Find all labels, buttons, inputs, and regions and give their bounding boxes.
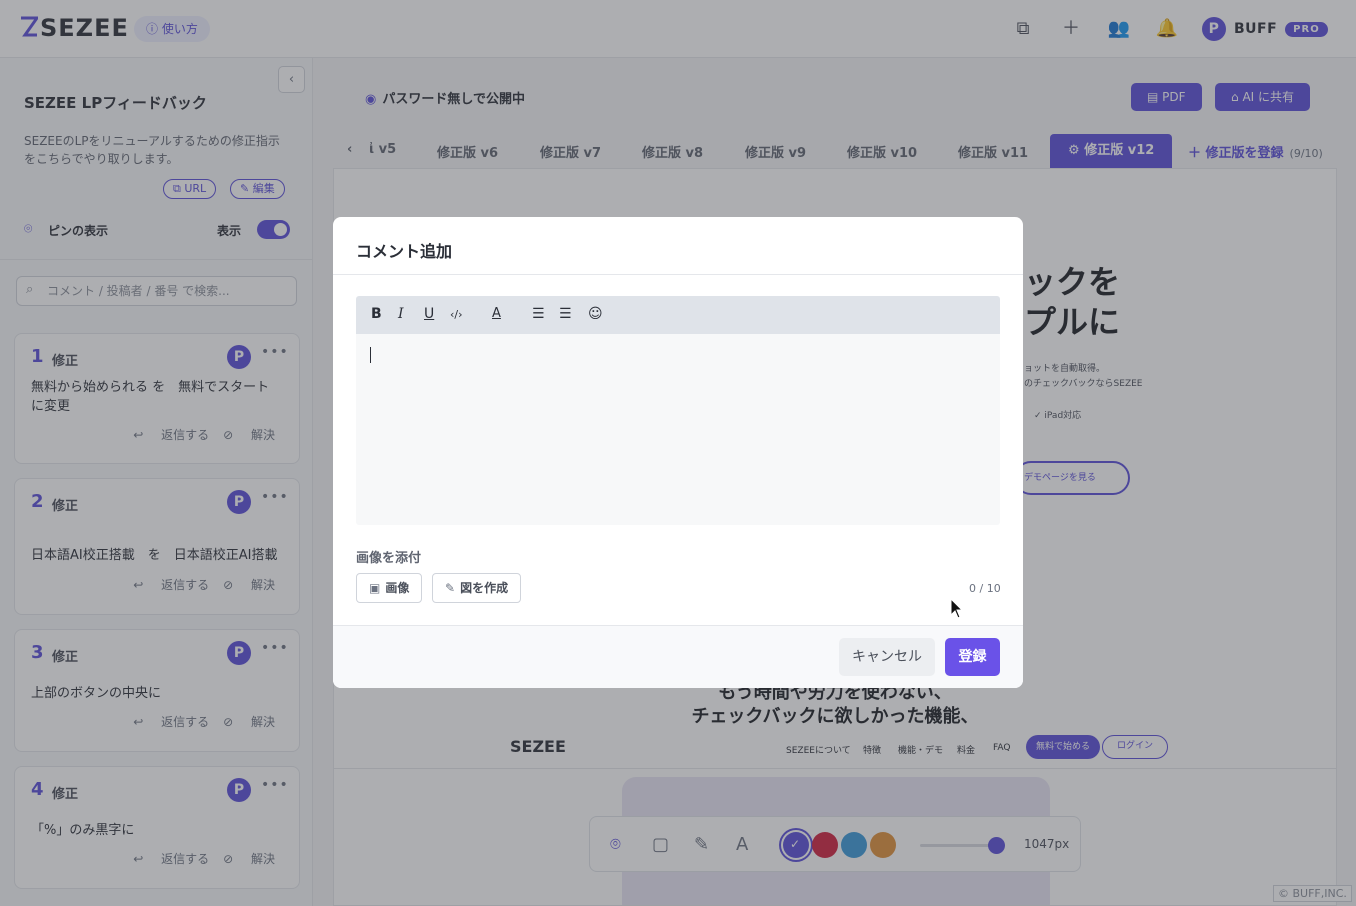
attach-image-button[interactable]: ▣ 画像 bbox=[356, 573, 423, 603]
create-drawing-button[interactable]: ✎ 図を作成 bbox=[432, 573, 522, 603]
attach-label: 画像を添付 bbox=[356, 551, 422, 566]
text-color-icon[interactable]: A bbox=[492, 306, 501, 321]
bold-icon[interactable]: B bbox=[371, 306, 382, 322]
bullet-list-icon[interactable]: ☰ bbox=[559, 306, 572, 322]
italic-icon[interactable]: I bbox=[398, 306, 404, 322]
modal-divider bbox=[333, 274, 1023, 275]
rich-text-editor: B I U ‹/› A ☰ ☰ ☺ bbox=[356, 296, 1000, 525]
code-icon[interactable]: ‹/› bbox=[450, 308, 463, 321]
mouse-cursor-icon bbox=[950, 598, 964, 619]
edit-drawing-icon: ✎ bbox=[445, 581, 456, 595]
comment-textarea[interactable] bbox=[356, 334, 1000, 525]
add-comment-modal: コメント追加 B I U ‹/› A ☰ ☰ ☺ 画像を添付 ▣ 画像 ✎ 図を作成… bbox=[333, 217, 1023, 688]
modal-footer: キャンセル 登録 bbox=[333, 625, 1023, 688]
attach-count: 0 / 10 bbox=[969, 582, 1001, 595]
emoji-icon[interactable]: ☺ bbox=[588, 306, 603, 322]
text-caret bbox=[370, 347, 371, 363]
submit-button[interactable]: 登録 bbox=[945, 638, 1000, 676]
editor-toolbar: B I U ‹/› A ☰ ☰ ☺ bbox=[356, 296, 1000, 334]
image-icon: ▣ bbox=[369, 581, 381, 595]
modal-title: コメント追加 bbox=[356, 242, 453, 261]
underline-icon[interactable]: U bbox=[424, 306, 434, 322]
ordered-list-icon[interactable]: ☰ bbox=[532, 306, 545, 322]
cancel-button[interactable]: キャンセル bbox=[839, 638, 935, 676]
